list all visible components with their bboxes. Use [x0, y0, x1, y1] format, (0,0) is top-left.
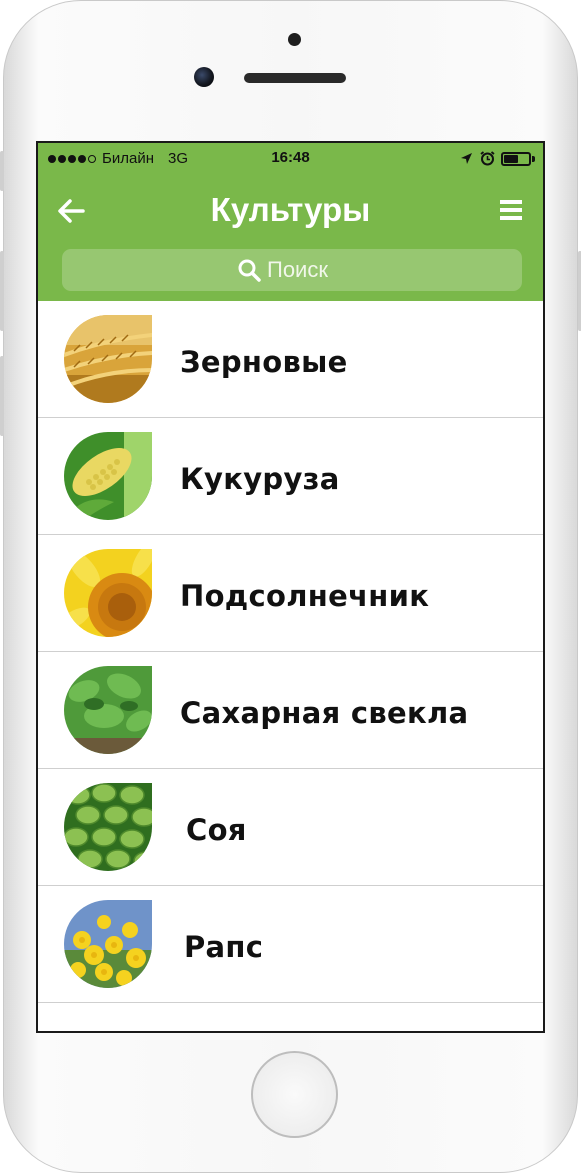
- item-label: Сахарная свекла: [180, 696, 469, 730]
- soybean-image: [64, 783, 152, 871]
- corn-image: [64, 432, 152, 520]
- search-icon: [238, 259, 261, 282]
- app-header: Билайн 3G 16:48 Культуры: [38, 143, 543, 301]
- rapeseed-image: [64, 900, 152, 988]
- volume-up-button: [0, 251, 4, 331]
- earpiece-speaker: [244, 73, 346, 83]
- item-label: Зерновые: [180, 345, 348, 379]
- volume-down-button: [0, 356, 4, 436]
- list-item-corn[interactable]: Кукуруза: [38, 418, 543, 535]
- battery-icon: [501, 152, 531, 166]
- battery-level-fill: [504, 155, 519, 163]
- item-label: Кукуруза: [180, 462, 340, 496]
- mute-switch: [0, 151, 4, 191]
- list-item-sugar-beet[interactable]: Сахарная свекла: [38, 652, 543, 769]
- status-bar: Билайн 3G 16:48: [38, 143, 543, 175]
- crop-list: Зерновые Кукуруза Подсолнечник Сахарная …: [38, 301, 543, 1003]
- navigation-bar: Культуры: [38, 183, 543, 239]
- proximity-sensor: [288, 33, 301, 46]
- search-bar[interactable]: [62, 249, 522, 291]
- alarm-clock-icon: [480, 151, 495, 166]
- search-input[interactable]: [267, 257, 347, 283]
- list-item-grain[interactable]: Зерновые: [38, 301, 543, 418]
- item-label: Подсолнечник: [180, 579, 430, 613]
- sunflower-image: [64, 549, 152, 637]
- list-item-sunflower[interactable]: Подсолнечник: [38, 535, 543, 652]
- battery-tip: [532, 156, 535, 162]
- item-label: Соя: [186, 813, 247, 847]
- page-title: Культуры: [210, 191, 371, 228]
- list-item-rapeseed[interactable]: Рапс: [38, 886, 543, 1003]
- location-arrow-icon: [461, 153, 472, 164]
- home-button[interactable]: [251, 1051, 338, 1138]
- sugar-beet-image: [64, 666, 152, 754]
- wheat-image: [64, 315, 152, 403]
- app-screen: Билайн 3G 16:48 Культуры Поиск Зерновые …: [36, 141, 545, 1033]
- list-item-soybean[interactable]: Соя: [38, 769, 543, 886]
- hamburger-menu-icon[interactable]: [500, 198, 522, 222]
- item-label: Рапс: [184, 930, 264, 964]
- front-camera: [194, 67, 214, 87]
